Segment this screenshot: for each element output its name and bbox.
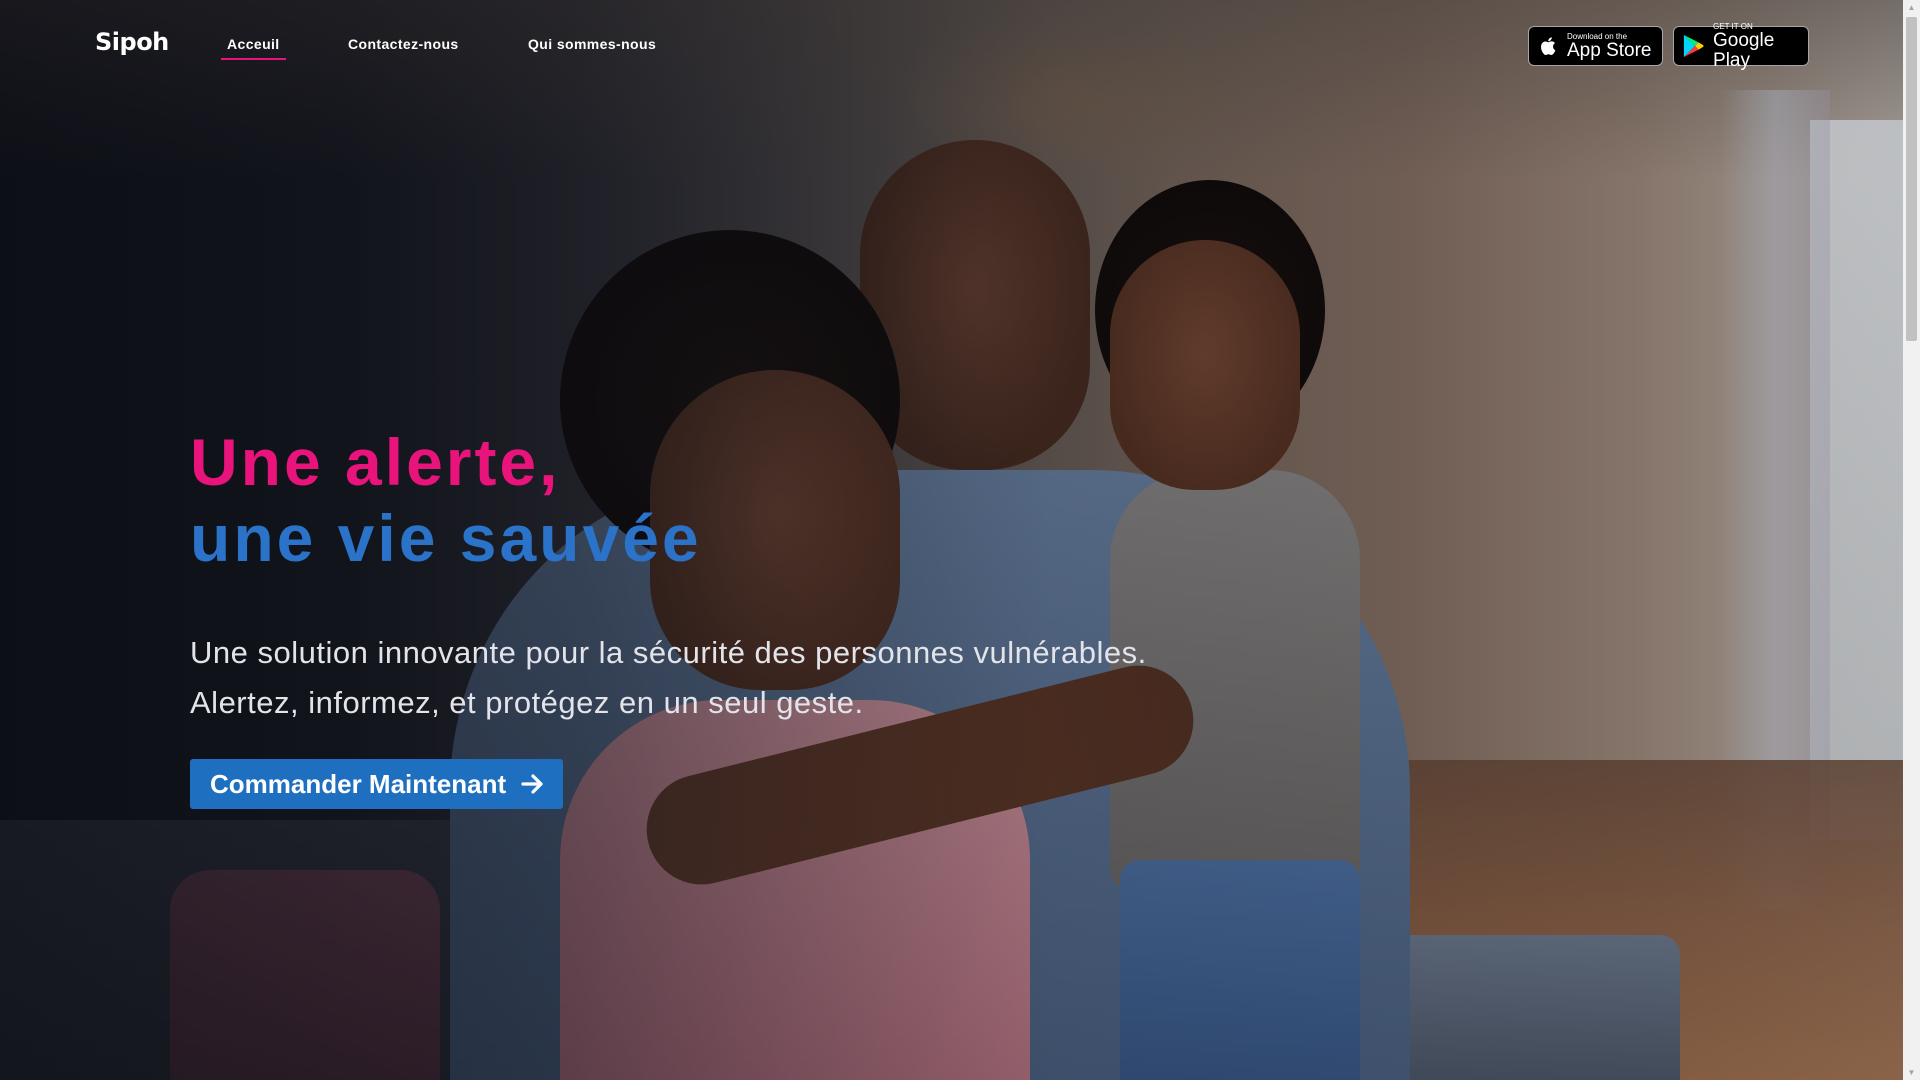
logo-text: Sipoh (95, 28, 169, 56)
hero-subtitle-line-1: Une solution innovante pour la sécurité … (190, 635, 1147, 670)
arrow-right-icon (521, 774, 543, 794)
order-now-button[interactable]: Commander Maintenant (190, 759, 563, 809)
apple-icon (1541, 37, 1556, 55)
order-now-label: Commander Maintenant (210, 768, 507, 799)
vertical-scrollbar[interactable]: ▲ ▼ (1903, 0, 1920, 1080)
google-play-button[interactable]: GET IT ON Google Play (1673, 22, 1809, 70)
nav-item-contactez-nous[interactable]: Contactez-nous (348, 36, 459, 52)
hero-subtitle: Une solution innovante pour la sécurité … (190, 628, 1147, 728)
scroll-up-arrow-icon[interactable]: ▲ (1907, 3, 1916, 12)
hero-subtitle-line-2: Alertez, informez, et protégez en un seu… (190, 685, 864, 720)
nav-item-acceuil[interactable]: Acceuil (221, 36, 286, 60)
app-store-button[interactable]: Download on the App Store (1528, 26, 1663, 66)
google-play-big-text: Google Play (1713, 29, 1775, 71)
google-play-icon (1683, 34, 1704, 58)
nav-item-qui-sommes-nous[interactable]: Qui sommes-nous (528, 36, 656, 52)
top-navigation: Sipoh Acceuil Contactez-nous Qui sommes-… (0, 0, 1903, 90)
scrollbar-thumb[interactable] (1906, 17, 1917, 341)
app-store-big-text: App Store (1567, 39, 1652, 61)
hero-title-line-2: une vie sauvée (190, 501, 702, 575)
scroll-down-arrow-icon[interactable]: ▼ (1907, 1068, 1916, 1077)
hero-title-line-1: Une alerte, (190, 425, 561, 499)
brand-logo[interactable]: Sipoh (95, 28, 169, 56)
page-viewport: Sipoh Acceuil Contactez-nous Qui sommes-… (0, 0, 1903, 1080)
